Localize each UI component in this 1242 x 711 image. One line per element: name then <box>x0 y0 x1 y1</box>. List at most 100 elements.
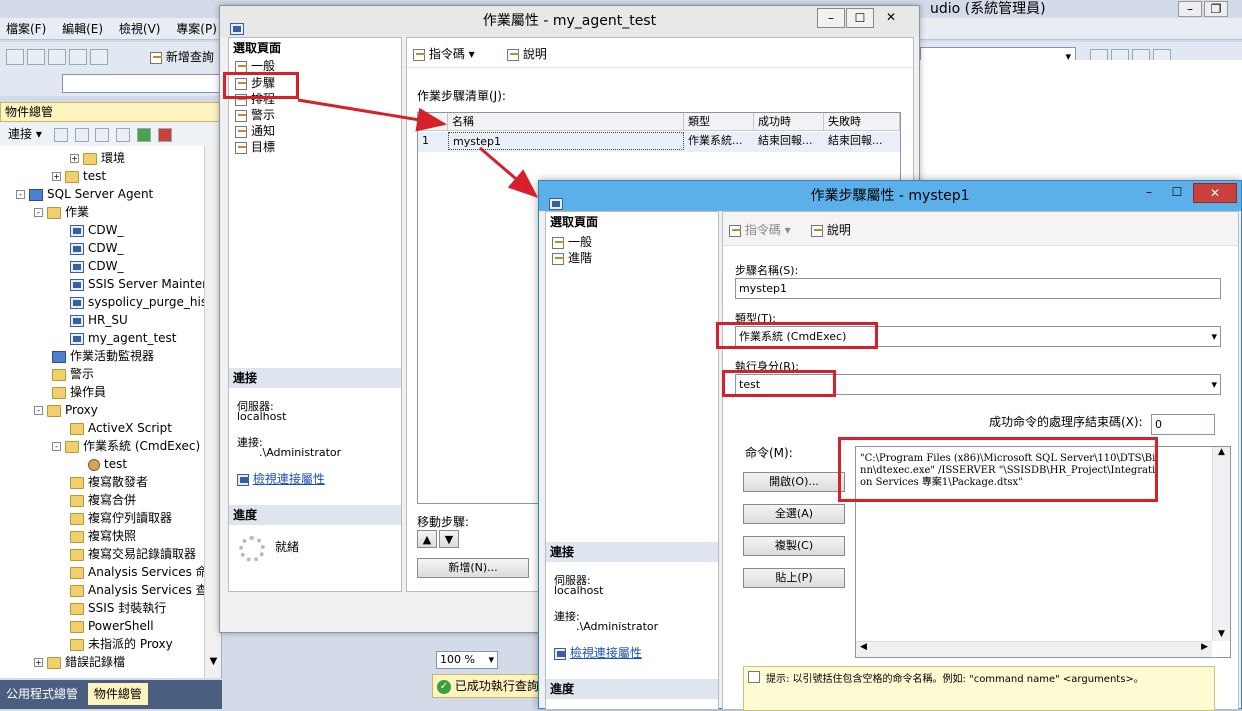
tree-node[interactable]: + 錯誤記錄檔 <box>34 653 125 671</box>
folder-icon <box>52 386 66 399</box>
scroll-down-icon[interactable]: ▼ <box>1213 629 1230 639</box>
tree-node[interactable]: CDW_ <box>70 257 123 275</box>
menu-project[interactable]: 專案(P) <box>170 18 223 40</box>
new-project-icon[interactable] <box>6 49 24 65</box>
tree-node[interactable]: Analysis Services 命令 <box>70 563 220 581</box>
collapse-icon[interactable]: - <box>52 442 61 451</box>
menu-file[interactable]: 檔案(F) <box>0 18 52 40</box>
col-success-header[interactable]: 成功時 <box>754 113 824 131</box>
copy-button[interactable]: 複製(C) <box>743 536 845 556</box>
save-all-icon[interactable] <box>90 49 108 65</box>
zoom-selector[interactable]: 100 % ▾ <box>436 651 498 669</box>
collapse-icon[interactable]: - <box>16 190 25 199</box>
ssms-minimize-button[interactable]: – <box>1178 1 1202 17</box>
new-query-button[interactable]: 新增查詢 <box>150 49 214 65</box>
move-down-button[interactable]: ▼ <box>439 530 459 548</box>
tree-node[interactable]: HR_SU <box>70 311 128 329</box>
menu-edit[interactable]: 編輯(E) <box>56 18 109 40</box>
tree-node[interactable]: ActiveX Script <box>70 419 172 437</box>
tree-node[interactable]: 複寫合併 <box>70 491 136 509</box>
expand-icon[interactable]: + <box>70 154 79 163</box>
tree-node[interactable]: 複寫散發者 <box>70 473 148 491</box>
dialog1-view-connection-link[interactable]: 檢視連接屬性 <box>237 470 325 487</box>
page-alerts[interactable]: 警示 <box>235 107 275 123</box>
step-name-input[interactable]: mystep1 <box>735 278 1221 299</box>
tree-node[interactable]: 未指派的 Proxy <box>70 635 173 653</box>
open-file-icon[interactable] <box>48 49 66 65</box>
dialog2-minimize-button[interactable]: – <box>1135 183 1163 203</box>
page-general[interactable]: 一般 <box>552 234 592 250</box>
tree-node[interactable]: CDW_ <box>70 239 123 257</box>
expand-icon[interactable]: + <box>34 658 43 667</box>
save-icon[interactable] <box>69 49 87 65</box>
dialog2-maximize-button[interactable]: ☐ <box>1163 183 1191 203</box>
tree-node[interactable]: 警示 <box>52 365 94 383</box>
dialog1-script-button[interactable]: 指令碼 ▾ <box>413 45 475 62</box>
collapse-icon[interactable]: - <box>34 406 43 415</box>
tree-node[interactable]: test <box>88 455 127 473</box>
exit-code-input[interactable]: 0 <box>1151 414 1215 435</box>
refresh-icon[interactable] <box>137 127 151 142</box>
tree-node[interactable]: SSIS Server Mainten <box>70 275 210 293</box>
scroll-up-icon[interactable]: ▲ <box>1213 447 1230 457</box>
ssms-restore-button[interactable]: ❐ <box>1204 1 1228 17</box>
dialog1-help-button[interactable]: 說明 <box>507 45 547 62</box>
tree-node[interactable]: - SQL Server Agent <box>16 185 153 203</box>
tree-node[interactable]: my_agent_test <box>70 329 177 347</box>
new-step-button[interactable]: 新增(N)... <box>417 558 529 578</box>
col-name-header[interactable]: 名稱 <box>448 113 684 131</box>
tree-node[interactable]: 複寫交易記錄讀取器 <box>70 545 196 563</box>
table-row[interactable]: 1 mystep1 作業系統... 結束回報... 結束回報... <box>418 132 900 152</box>
dialog2-script-button[interactable]: 指令碼 ▾ <box>729 221 791 238</box>
open-button[interactable]: 開啟(O)... <box>743 472 845 492</box>
tree-node[interactable]: - 作業 <box>34 203 89 221</box>
stop-icon[interactable] <box>95 127 110 142</box>
tree-node[interactable]: + test <box>52 167 106 185</box>
dialog2-view-connection-link[interactable]: 檢視連接屬性 <box>554 644 642 661</box>
tree-node[interactable]: CDW_ <box>70 221 123 239</box>
tree-node[interactable]: 操作員 <box>52 383 106 401</box>
tree-node[interactable]: + 環境 <box>70 149 125 167</box>
scroll-down-icon[interactable]: ▼ <box>207 656 220 672</box>
database-selector[interactable] <box>62 74 222 93</box>
expand-icon[interactable]: + <box>52 172 61 181</box>
tree-node[interactable]: Analysis Services 查詢 <box>70 581 220 599</box>
select-all-button[interactable]: 全選(A) <box>743 504 845 524</box>
dialog1-maximize-button[interactable]: ☐ <box>846 8 874 28</box>
tree-node[interactable]: syspolicy_purge_hist <box>70 293 212 311</box>
dialog1-minimize-button[interactable]: – <box>817 8 845 28</box>
paste-button[interactable]: 貼上(P) <box>743 568 845 588</box>
tab-object-explorer[interactable]: 物件總管 <box>87 683 148 705</box>
scroll-right-icon[interactable]: ▶ <box>1201 642 1208 652</box>
dialog2-help-button[interactable]: 說明 <box>811 221 851 238</box>
tree-node[interactable]: 作業活動監視器 <box>52 347 154 365</box>
connect-dropdown[interactable]: 連接 ▾ <box>8 127 42 141</box>
col-failure-header[interactable]: 失敗時 <box>824 113 900 131</box>
tree-node[interactable]: - Proxy <box>34 401 98 419</box>
col-type-header[interactable]: 類型 <box>684 113 754 131</box>
scroll-left-icon[interactable]: ◀ <box>860 642 867 652</box>
tab-utility-explorer[interactable]: 公用程式總管 <box>0 683 84 705</box>
collapse-icon[interactable]: - <box>34 208 43 217</box>
add-item-icon[interactable] <box>27 49 45 65</box>
activity-monitor-icon[interactable] <box>157 127 172 142</box>
dialog1-close-button[interactable]: ✕ <box>877 8 905 28</box>
filter-icon[interactable] <box>116 127 131 142</box>
disconnect-icon[interactable] <box>74 127 89 142</box>
command-vscrollbar[interactable]: ▲ ▼ <box>1212 447 1230 641</box>
tree-node[interactable]: - 作業系統 (CmdExec) <box>52 437 200 455</box>
page-targets[interactable]: 目標 <box>235 139 275 155</box>
tree-node[interactable]: PowerShell <box>70 617 154 635</box>
tree-node-label: 警示 <box>70 367 95 381</box>
menu-view[interactable]: 檢視(V) <box>113 18 167 40</box>
command-hscrollbar[interactable]: ◀ ▶ <box>856 641 1212 657</box>
page-advanced[interactable]: 進階 <box>552 250 592 266</box>
tree-node[interactable]: 複寫佇列讀取器 <box>70 509 172 527</box>
move-up-button[interactable]: ▲ <box>417 530 437 548</box>
connect-icon[interactable] <box>53 127 68 142</box>
tree-node[interactable]: 複寫快照 <box>70 527 136 545</box>
tree-node[interactable]: SSIS 封裝執行 <box>70 599 166 617</box>
col-step-header[interactable]: 步... <box>418 113 448 131</box>
page-notifications[interactable]: 通知 <box>235 123 275 139</box>
dialog2-close-button[interactable]: ✕ <box>1193 183 1237 203</box>
